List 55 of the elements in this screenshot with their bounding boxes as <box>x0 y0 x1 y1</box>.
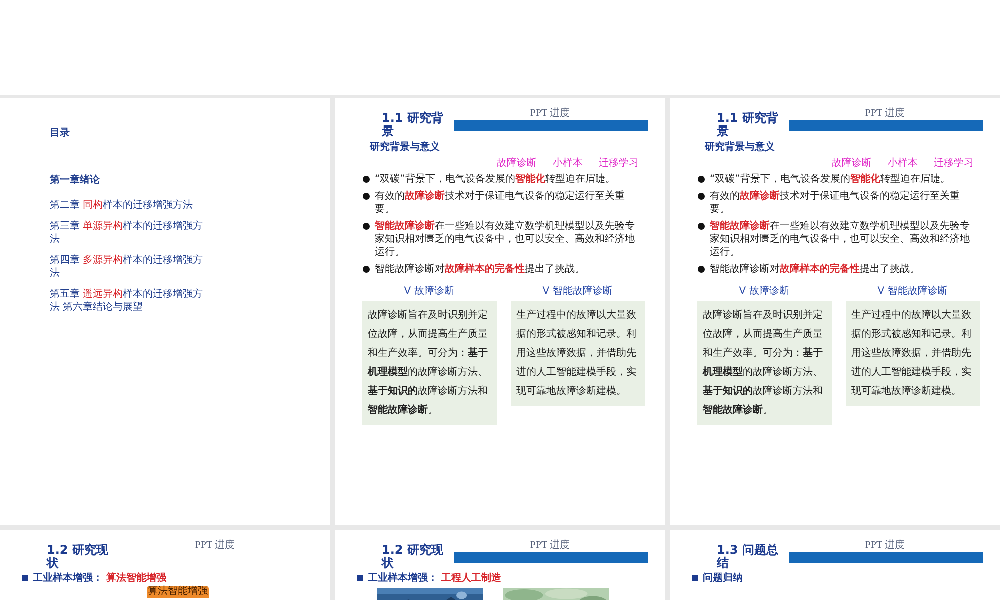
progress-label: PPT 进度 <box>530 540 570 552</box>
text-box: 生产过程中的故障以大量数据的形式被感知和记录。利用这些故障数据，并借助先进的人工智能建模手段，实现可靠地故障诊断建模。 <box>846 301 980 406</box>
bullet-text: 有效的故障诊断技术对于保证电气设备的稳定运行至关重要。 <box>710 190 961 216</box>
bullet-icon <box>698 266 705 273</box>
slide-title: 1.3 问题总结 <box>717 542 780 570</box>
section-subtitle: 研究背景与意义 <box>705 140 776 154</box>
column-heading: V 故障诊断 <box>403 284 456 298</box>
bullet-text: 问题归纳 <box>703 573 743 584</box>
bullet-icon <box>363 176 370 183</box>
slide-title: 1.2 研究现状 <box>47 542 110 570</box>
keyword-tag: 迁移学习 <box>934 156 974 170</box>
toc-item: 第三章 单源异构样本的迁移增强方法 <box>50 220 204 246</box>
bullet-text: “双碳”背景下，电气设备发展的智能化转型迫在眉睫。 <box>710 173 950 186</box>
toc-heading: 目录 <box>50 126 71 140</box>
bullet-icon <box>22 575 28 581</box>
bullet-text: 智能故障诊断对故障样本的完备性提出了挑战。 <box>375 263 585 276</box>
bullet-text: 工业样本增强： 工程人工制造 <box>368 573 502 584</box>
slide-title: 1.2 研究现状 <box>382 542 444 570</box>
bullet-text: 工业样本增强： 算法智能增强 <box>33 573 166 584</box>
section-subtitle: 研究背景与意义 <box>370 140 441 154</box>
slide-title: 1.1 研究背景 <box>382 110 444 138</box>
bullet-text: 智能故障诊断在一些难以有效建立数学机理模型以及先验专家知识相对匮乏的电气设备中，也可以安全、高效和经济地运行。 <box>375 220 636 259</box>
bullet-icon <box>698 176 705 183</box>
bullet-icon <box>698 193 705 200</box>
keyword-tag: 小样本 <box>888 156 918 170</box>
bullet-icon <box>698 223 705 230</box>
keyword-tag: 小样本 <box>553 156 583 170</box>
toc-item: 第五章 遥远异构样本的迁移增强方法 第六章结论与展望 <box>50 288 204 314</box>
slide-title: 1.1 研究背景 <box>717 110 780 138</box>
column-heading: V 智能故障诊断 <box>542 284 614 298</box>
bullet-text: 智能故障诊断在一些难以有效建立数学机理模型以及先验专家知识相对匮乏的电气设备中，也可以安全、高效和经济地运行。 <box>710 220 971 259</box>
toc-item: 第二章 同构样本的迁移增强方法 <box>50 199 194 212</box>
keyword-tag: 迁移学习 <box>599 156 639 170</box>
text-box: 生产过程中的故障以大量数据的形式被感知和记录。利用这些故障数据，并借助先进的人工智能建模手段，实现可靠地故障诊断建模。 <box>510 301 645 406</box>
progress-label: PPT 进度 <box>865 540 905 552</box>
bullet-text: “双碳”背景下，电气设备发展的智能化转型迫在眉睫。 <box>375 173 616 186</box>
keyword-tag: 故障诊断 <box>832 156 872 170</box>
progress-label: PPT 进度 <box>195 540 235 552</box>
toc-item: 第一章绪论 <box>50 174 101 187</box>
bullet-icon <box>363 266 370 273</box>
callout-box: 算法智能增强 <box>147 586 209 598</box>
bullet-icon <box>363 193 370 200</box>
bullet-text: 智能故障诊断对故障样本的完备性提出了挑战。 <box>710 263 920 276</box>
keyword-tag: 故障诊断 <box>497 156 537 170</box>
bullet-icon <box>357 575 363 581</box>
bullet-icon <box>692 575 698 581</box>
progress-label: PPT 进度 <box>865 108 905 120</box>
progress-label: PPT 进度 <box>530 108 570 120</box>
bullet-text: 有效的故障诊断技术对于保证电气设备的稳定运行至关重要。 <box>375 190 626 216</box>
text-box: 故障诊断旨在及时识别并定位故障，从而提高生产质量和生产效率。可分为：基于机理模型的故障诊断方法、基于知识的故障诊断方法和智能故障诊断。 <box>697 301 832 425</box>
column-heading: V 故障诊断 <box>738 284 790 298</box>
text-box: 故障诊断旨在及时识别并定位故障，从而提高生产质量和生产效率。可分为：基于机理模型的故障诊断方法、基于知识的故障诊断方法和智能故障诊断。 <box>362 301 496 425</box>
bullet-icon <box>363 223 370 230</box>
toc-item: 第四章 多源异构样本的迁移增强方法 <box>50 254 204 280</box>
column-heading: V 智能故障诊断 <box>876 284 949 298</box>
